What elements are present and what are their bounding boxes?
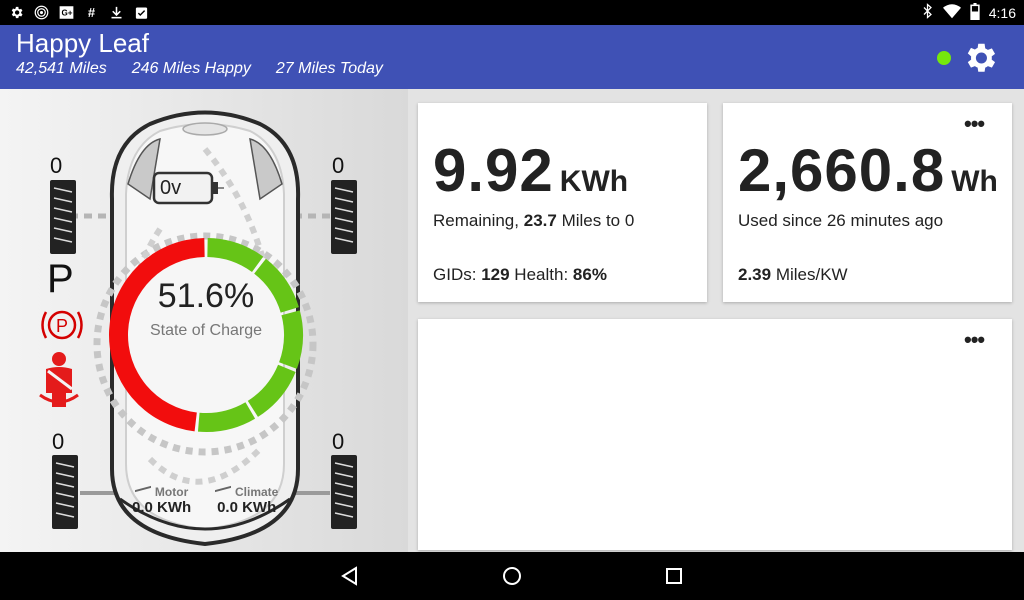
app-bar: Happy Leaf 42,541 Miles 246 Miles Happy …: [0, 25, 1024, 89]
tire-rear-left-icon: [52, 455, 78, 529]
settings-gear-icon[interactable]: [961, 39, 999, 77]
motor-value: 0.0 KWh: [132, 499, 192, 516]
energy-used-unit: Wh: [951, 165, 998, 198]
climate-gauge-icon: [215, 485, 231, 499]
tire-front-left-icon: [50, 180, 76, 254]
gids-value: 129: [481, 265, 510, 284]
tire-rear-right-icon: [331, 455, 357, 529]
today-miles: 27 Miles Today: [275, 60, 383, 77]
gids-health-line: GIDs: 129 Health: 86%: [433, 265, 607, 284]
tire-pressure-front-right: 0: [332, 153, 345, 178]
hash-icon: #: [87, 5, 96, 20]
state-of-charge-value: 51.6%: [157, 277, 255, 315]
g-plus-icon: G+: [58, 4, 75, 21]
range-remaining-miles: 23.7: [523, 211, 557, 230]
energy-remaining-unit: KWh: [559, 165, 629, 198]
climate-label: Climate: [235, 485, 279, 499]
parking-brake-icon: P: [41, 310, 83, 340]
svg-text:P: P: [56, 316, 68, 336]
tire-pressure-rear-right: 0: [332, 429, 345, 454]
climate-meter: Climate 0.0 KWh: [215, 485, 278, 516]
app-title: Happy Leaf: [16, 28, 149, 58]
efficiency-unit: Miles/KW: [775, 265, 848, 284]
car-dashboard: 0 0 0 0 P P 0v 51.6% State of Charge Mot…: [0, 89, 408, 552]
efficiency-line: 2.39 Miles/KW: [738, 265, 848, 285]
health-value: 86%: [572, 265, 607, 284]
usage-card-menu-icon[interactable]: •••: [964, 113, 985, 135]
clock: 4:16: [988, 4, 1016, 21]
energy-remaining-card[interactable]: 9.92 KWh Remaining, 23.7 Miles to 0 GIDs:…: [418, 103, 707, 302]
seatbelt-warning-icon: [39, 352, 79, 407]
used-since-label: Used since 26 minutes ago: [738, 211, 944, 230]
tire-pressure-rear-left: 0: [52, 429, 65, 454]
wireless-icon: [33, 4, 50, 21]
energy-used-value: 2,660.8: [738, 137, 946, 204]
settings-gear-icon: [8, 4, 25, 21]
tire-front-right-icon: [331, 180, 357, 254]
energy-remaining-value: 9.92: [433, 137, 554, 204]
wifi-icon: [942, 3, 961, 22]
battery-icon: [970, 2, 980, 23]
efficiency-value: 2.39: [738, 265, 772, 284]
motor-gauge-icon: [134, 485, 151, 499]
trip-summary: 42,541 Miles 246 Miles Happy 27 Miles To…: [16, 60, 383, 78]
gear-indicator: P: [47, 257, 74, 301]
climate-value: 0.0 KWh: [217, 499, 277, 516]
tire-pressure-front-left: 0: [50, 153, 63, 178]
svg-text:G+: G+: [62, 9, 73, 18]
motor-meter: Motor 0.0 KWh: [132, 485, 191, 516]
download-icon: [108, 4, 125, 21]
happy-miles: 246 Miles Happy: [131, 60, 251, 77]
state-of-charge-label: State of Charge: [149, 322, 263, 339]
status-bar: G+ # 4:16: [0, 0, 1024, 25]
odometer: 42,541 Miles: [16, 60, 107, 77]
clipboard-check-icon: [133, 4, 150, 21]
bluetooth-icon: [922, 3, 934, 22]
back-icon[interactable]: [340, 566, 360, 586]
connection-status-dot: [937, 51, 951, 65]
aux-battery-voltage: 0v: [160, 177, 182, 199]
empty-card-menu-icon[interactable]: •••: [964, 329, 985, 351]
empty-card[interactable]: •••: [418, 319, 1012, 550]
home-icon[interactable]: [502, 566, 522, 586]
motor-label: Motor: [154, 485, 189, 499]
navigation-bar: [0, 552, 1024, 600]
range-remaining-line: Remaining, 23.7 Miles to 0: [433, 211, 635, 230]
energy-used-card[interactable]: ••• 2,660.8 Wh Used since 26 minutes ago …: [723, 103, 1012, 302]
recents-icon[interactable]: [664, 566, 684, 586]
